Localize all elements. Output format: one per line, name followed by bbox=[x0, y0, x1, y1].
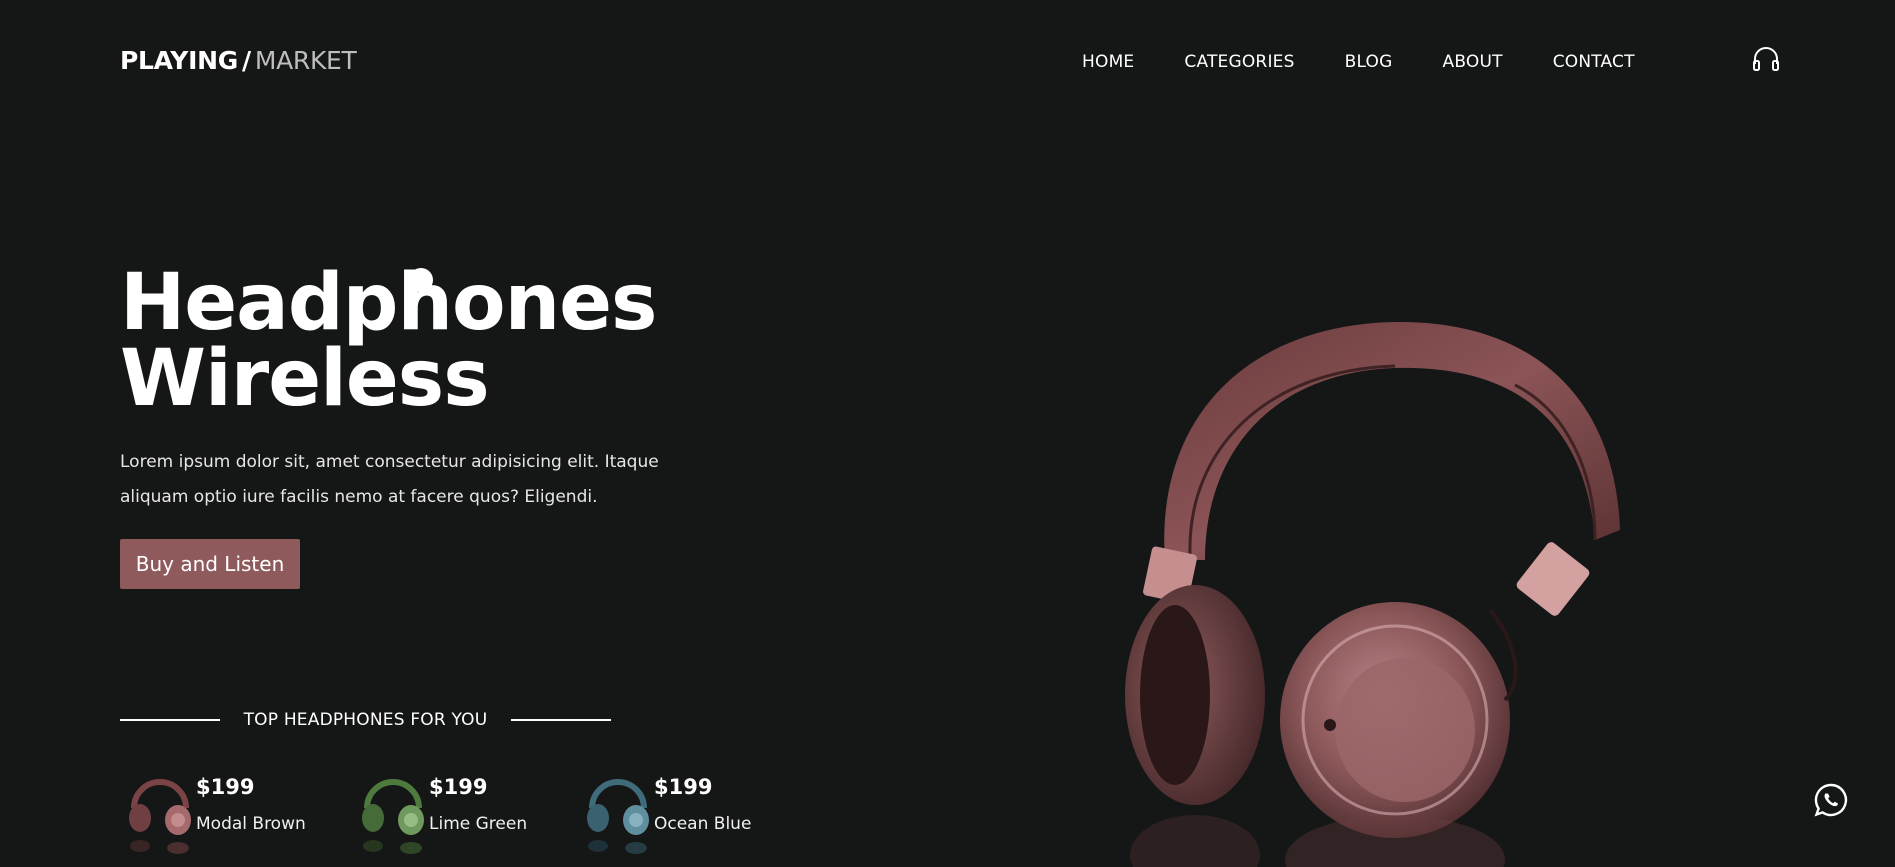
headphones-thumbnail-green bbox=[362, 779, 424, 854]
whatsapp-icon[interactable] bbox=[1813, 782, 1849, 818]
top-headphones-heading: TOP HEADPHONES FOR YOU bbox=[120, 708, 611, 732]
logo-market: MARKET bbox=[254, 46, 357, 75]
section-title-text: TOP HEADPHONES FOR YOU bbox=[243, 710, 488, 730]
nav-categories[interactable]: CATEGORIES bbox=[1184, 52, 1294, 72]
logo[interactable]: PLAYING / MARKET bbox=[120, 46, 357, 75]
title-accent-dot bbox=[409, 268, 433, 292]
product-card-lime-green[interactable]: $199 Lime Green bbox=[353, 758, 573, 858]
nav-home[interactable]: HOME bbox=[1082, 52, 1134, 72]
hero-description: Lorem ipsum dolor sit, amet consectetur … bbox=[120, 452, 659, 507]
product-price: $199 bbox=[196, 775, 255, 799]
nav-about[interactable]: ABOUT bbox=[1442, 52, 1502, 72]
divider-right bbox=[511, 719, 611, 721]
headphones-thumbnail-brown bbox=[129, 779, 191, 854]
headphones-icon[interactable] bbox=[1751, 44, 1781, 74]
product-card-modal-brown[interactable]: $199 Modal Brown bbox=[120, 758, 340, 858]
headphones-product-image bbox=[1125, 321, 1620, 867]
product-price: $199 bbox=[429, 775, 488, 799]
headphones-thumbnail-blue bbox=[587, 779, 649, 854]
product-name: Modal Brown bbox=[196, 814, 306, 834]
site-header: PLAYING / MARKET HOME CATEGORIES BLOG ABOU… bbox=[0, 0, 1895, 122]
buy-and-listen-button[interactable]: Buy and Listen bbox=[120, 539, 300, 589]
main-nav: HOME CATEGORIES BLOG ABOUT CONTACT bbox=[1082, 52, 1635, 72]
nav-contact[interactable]: CONTACT bbox=[1553, 52, 1635, 72]
product-price: $199 bbox=[654, 775, 713, 799]
product-name: Ocean Blue bbox=[654, 814, 752, 834]
nav-blog[interactable]: BLOG bbox=[1345, 52, 1393, 72]
product-card-ocean-blue[interactable]: $199 Ocean Blue bbox=[578, 758, 798, 858]
logo-slash: / bbox=[241, 46, 251, 75]
hero-title-line-1: Headphones bbox=[120, 258, 657, 348]
logo-brand: PLAYING bbox=[120, 46, 238, 75]
hero-title-line-2: Wireless bbox=[120, 334, 490, 424]
divider-left bbox=[120, 719, 220, 721]
hero-title: Headphones Wireless bbox=[120, 258, 657, 424]
product-name: Lime Green bbox=[429, 814, 528, 834]
